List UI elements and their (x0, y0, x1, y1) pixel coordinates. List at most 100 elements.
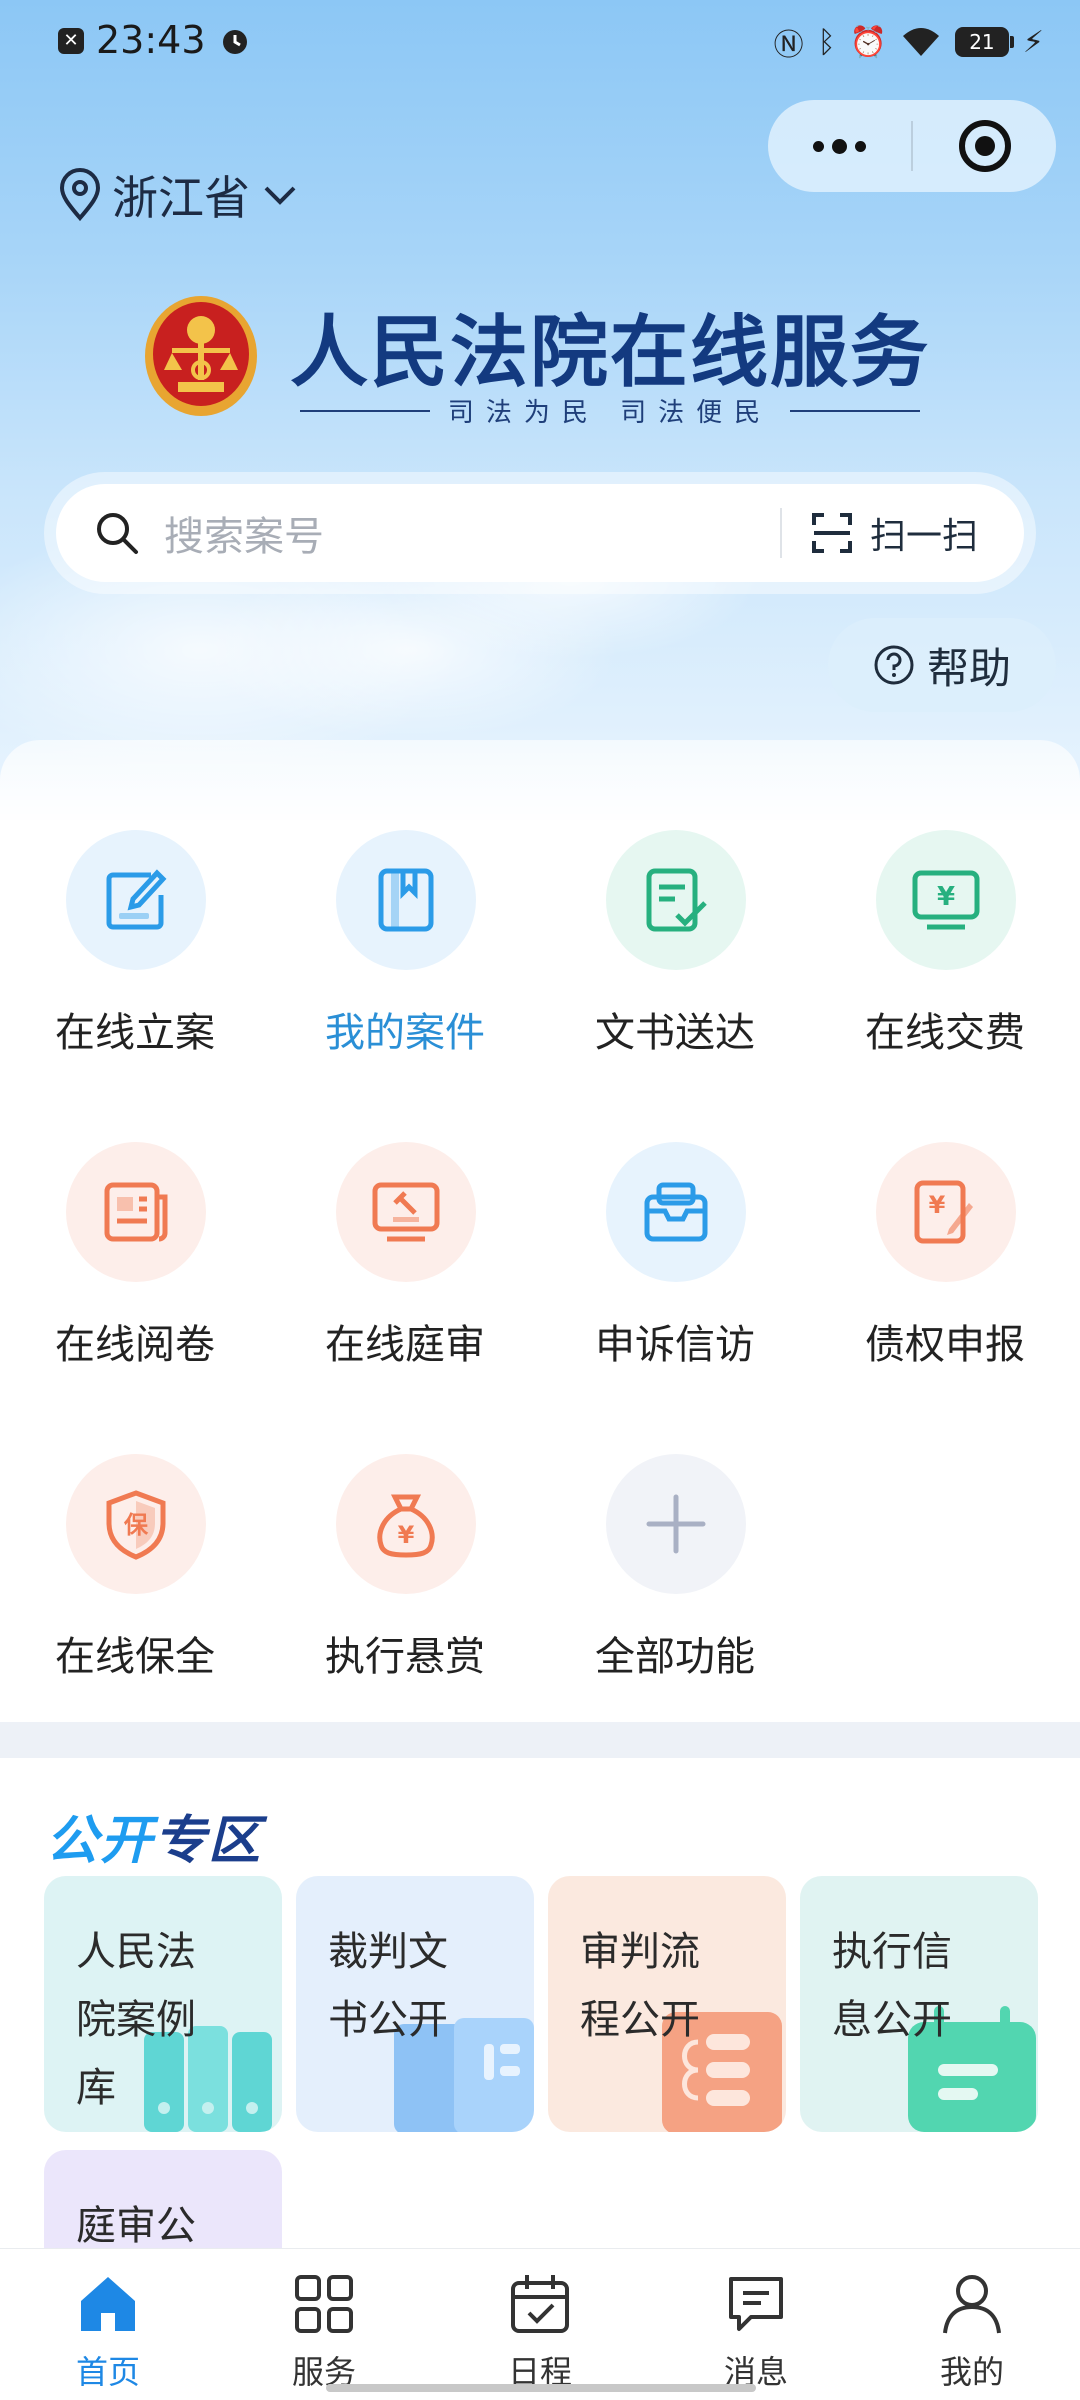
alarm-icon (223, 30, 247, 54)
newspaper-icon (66, 1142, 206, 1282)
page-title: 人民法院在线服务 (290, 308, 931, 398)
svg-text:¥: ¥ (937, 882, 955, 912)
close-miniprogram-button[interactable] (913, 100, 1056, 192)
dot-icon (813, 140, 824, 152)
service-label: 在线阅卷 (55, 1322, 215, 1368)
scan-icon (811, 513, 852, 553)
service-debt-declaration[interactable]: ¥ 债权申报 (810, 1142, 1080, 1402)
edit-icon (66, 830, 206, 970)
debt-form-icon: ¥ (876, 1142, 1016, 1282)
service-online-preservation[interactable]: 保 在线保全 (0, 1454, 270, 1714)
calendar-icon (511, 2275, 569, 2333)
service-label: 在线交费 (865, 1010, 1025, 1056)
scan-label: 扫一扫 (869, 516, 978, 557)
tile-label: 裁判文书公开 (328, 1929, 448, 2043)
subtitle-divider (790, 409, 921, 412)
inbox-icon (606, 1142, 746, 1282)
target-icon (958, 120, 1011, 172)
tab-messages[interactable]: 消息 (648, 2259, 864, 2399)
location-label: 浙江省 (112, 171, 250, 225)
document-check-icon (606, 830, 746, 970)
tile-label: 人民法院案例库 (76, 1929, 196, 2111)
svg-text:¥: ¥ (398, 1521, 415, 1549)
book-icon (336, 830, 476, 970)
home-indicator[interactable] (326, 2384, 756, 2392)
search-input[interactable]: 搜索案号 (164, 504, 780, 562)
service-label: 申诉信访 (595, 1322, 755, 1368)
service-document-delivery[interactable]: 文书送达 (540, 830, 810, 1090)
battery-icon: 21 (954, 27, 1014, 57)
wifi-icon (902, 28, 939, 56)
tile-label: 审判流程公开 (580, 1929, 700, 2043)
svg-text:¥: ¥ (929, 1191, 946, 1219)
tab-services[interactable]: 服务 (216, 2259, 432, 2399)
payment-monitor-icon: ¥ (876, 830, 1016, 970)
subtitle-text: 司法为民 司法便民 (447, 398, 773, 428)
service-online-payment[interactable]: ¥ 在线交费 (810, 830, 1080, 1090)
notification-icon: ✕ (58, 28, 84, 54)
tile-trial-process[interactable]: 审判流程公开 (548, 1876, 786, 2132)
service-label: 在线立案 (55, 1010, 215, 1056)
public-title-part: 公开 (46, 1811, 155, 1871)
status-time: 23:43 (96, 18, 206, 62)
help-label: 帮助 (926, 643, 1011, 693)
service-online-review[interactable]: 在线阅卷 (0, 1142, 270, 1402)
service-label: 文书送达 (595, 1010, 755, 1056)
service-label: 在线保全 (55, 1634, 215, 1680)
service-label: 执行悬赏 (325, 1634, 485, 1680)
more-button[interactable] (768, 100, 911, 192)
money-bag-icon: ¥ (336, 1454, 476, 1594)
search-container: 搜索案号 扫一扫 (44, 472, 1036, 594)
service-petition[interactable]: 申诉信访 (540, 1142, 810, 1402)
service-label: 我的案件 (325, 1010, 485, 1056)
search-bar: 搜索案号 扫一扫 (56, 484, 1024, 582)
subtitle-divider (300, 409, 430, 412)
service-label: 在线庭审 (325, 1322, 485, 1368)
help-button[interactable]: 帮助 (828, 618, 1056, 712)
dot-icon (832, 138, 847, 154)
location-pin-icon (59, 168, 101, 222)
alarm-icon: ⏰ (849, 24, 887, 60)
service-label: 全部功能 (595, 1634, 755, 1680)
service-execution-reward[interactable]: ¥ 执行悬赏 (270, 1454, 540, 1714)
bluetooth-icon: ᛒ (817, 24, 836, 60)
tile-case-library[interactable]: 人民法院案例库 (44, 1876, 282, 2132)
tile-execution-info[interactable]: 执行信息公开 (800, 1876, 1038, 2132)
tile-label: 执行信息公开 (832, 1929, 952, 2043)
miniprogram-capsule (768, 100, 1056, 192)
user-icon (943, 2275, 1001, 2334)
service-online-trial[interactable]: 在线庭审 (270, 1142, 540, 1402)
location-selector[interactable]: 浙江省 (58, 160, 300, 230)
subtitle: 司法为民 司法便民 (300, 392, 921, 429)
status-bar: ✕ 23:43 Ⓝ ᛒ ⏰ 21 ⚡ (0, 0, 1080, 84)
message-icon (729, 2277, 783, 2331)
tab-label: 我的 (939, 2353, 1004, 2391)
tab-mine[interactable]: 我的 (864, 2259, 1080, 2399)
tab-schedule[interactable]: 日程 (432, 2259, 648, 2399)
grid-icon (295, 2275, 353, 2333)
home-icon (81, 2277, 135, 2331)
question-circle-icon (874, 645, 914, 685)
tile-label: 庭审公 (76, 2203, 196, 2249)
search-icon (97, 513, 138, 554)
public-section-title: 公开专区 (46, 1798, 262, 1873)
tile-judgment-documents[interactable]: 裁判文书公开 (296, 1876, 534, 2132)
public-title-part: 专区 (154, 1811, 263, 1871)
status-icons: Ⓝ ᛒ ⏰ 21 ⚡ (774, 20, 1044, 64)
tab-label: 首页 (75, 2353, 140, 2391)
section-divider (0, 1722, 1080, 1758)
tab-home[interactable]: 首页 (0, 2259, 216, 2399)
court-emblem-icon (145, 296, 257, 416)
service-my-cases[interactable]: 我的案件 (270, 830, 540, 1090)
scan-button[interactable]: 扫一扫 (782, 507, 1024, 559)
services-card: 在线立案 我的案件 文书送达 ¥ 在线交费 在线阅卷 在线庭审 申诉信访 ¥ 债… (0, 740, 1080, 1730)
gavel-monitor-icon (336, 1142, 476, 1282)
tab-bar: 首页 服务 日程 消息 我的 (0, 2248, 1080, 2400)
dot-icon (855, 140, 866, 152)
service-online-filing[interactable]: 在线立案 (0, 830, 270, 1090)
service-all-functions[interactable]: 全部功能 (540, 1454, 810, 1714)
chevron-down-icon (264, 186, 296, 205)
shield-icon: 保 (66, 1454, 206, 1594)
plus-icon (606, 1454, 746, 1594)
nfc-icon: Ⓝ (773, 28, 804, 63)
